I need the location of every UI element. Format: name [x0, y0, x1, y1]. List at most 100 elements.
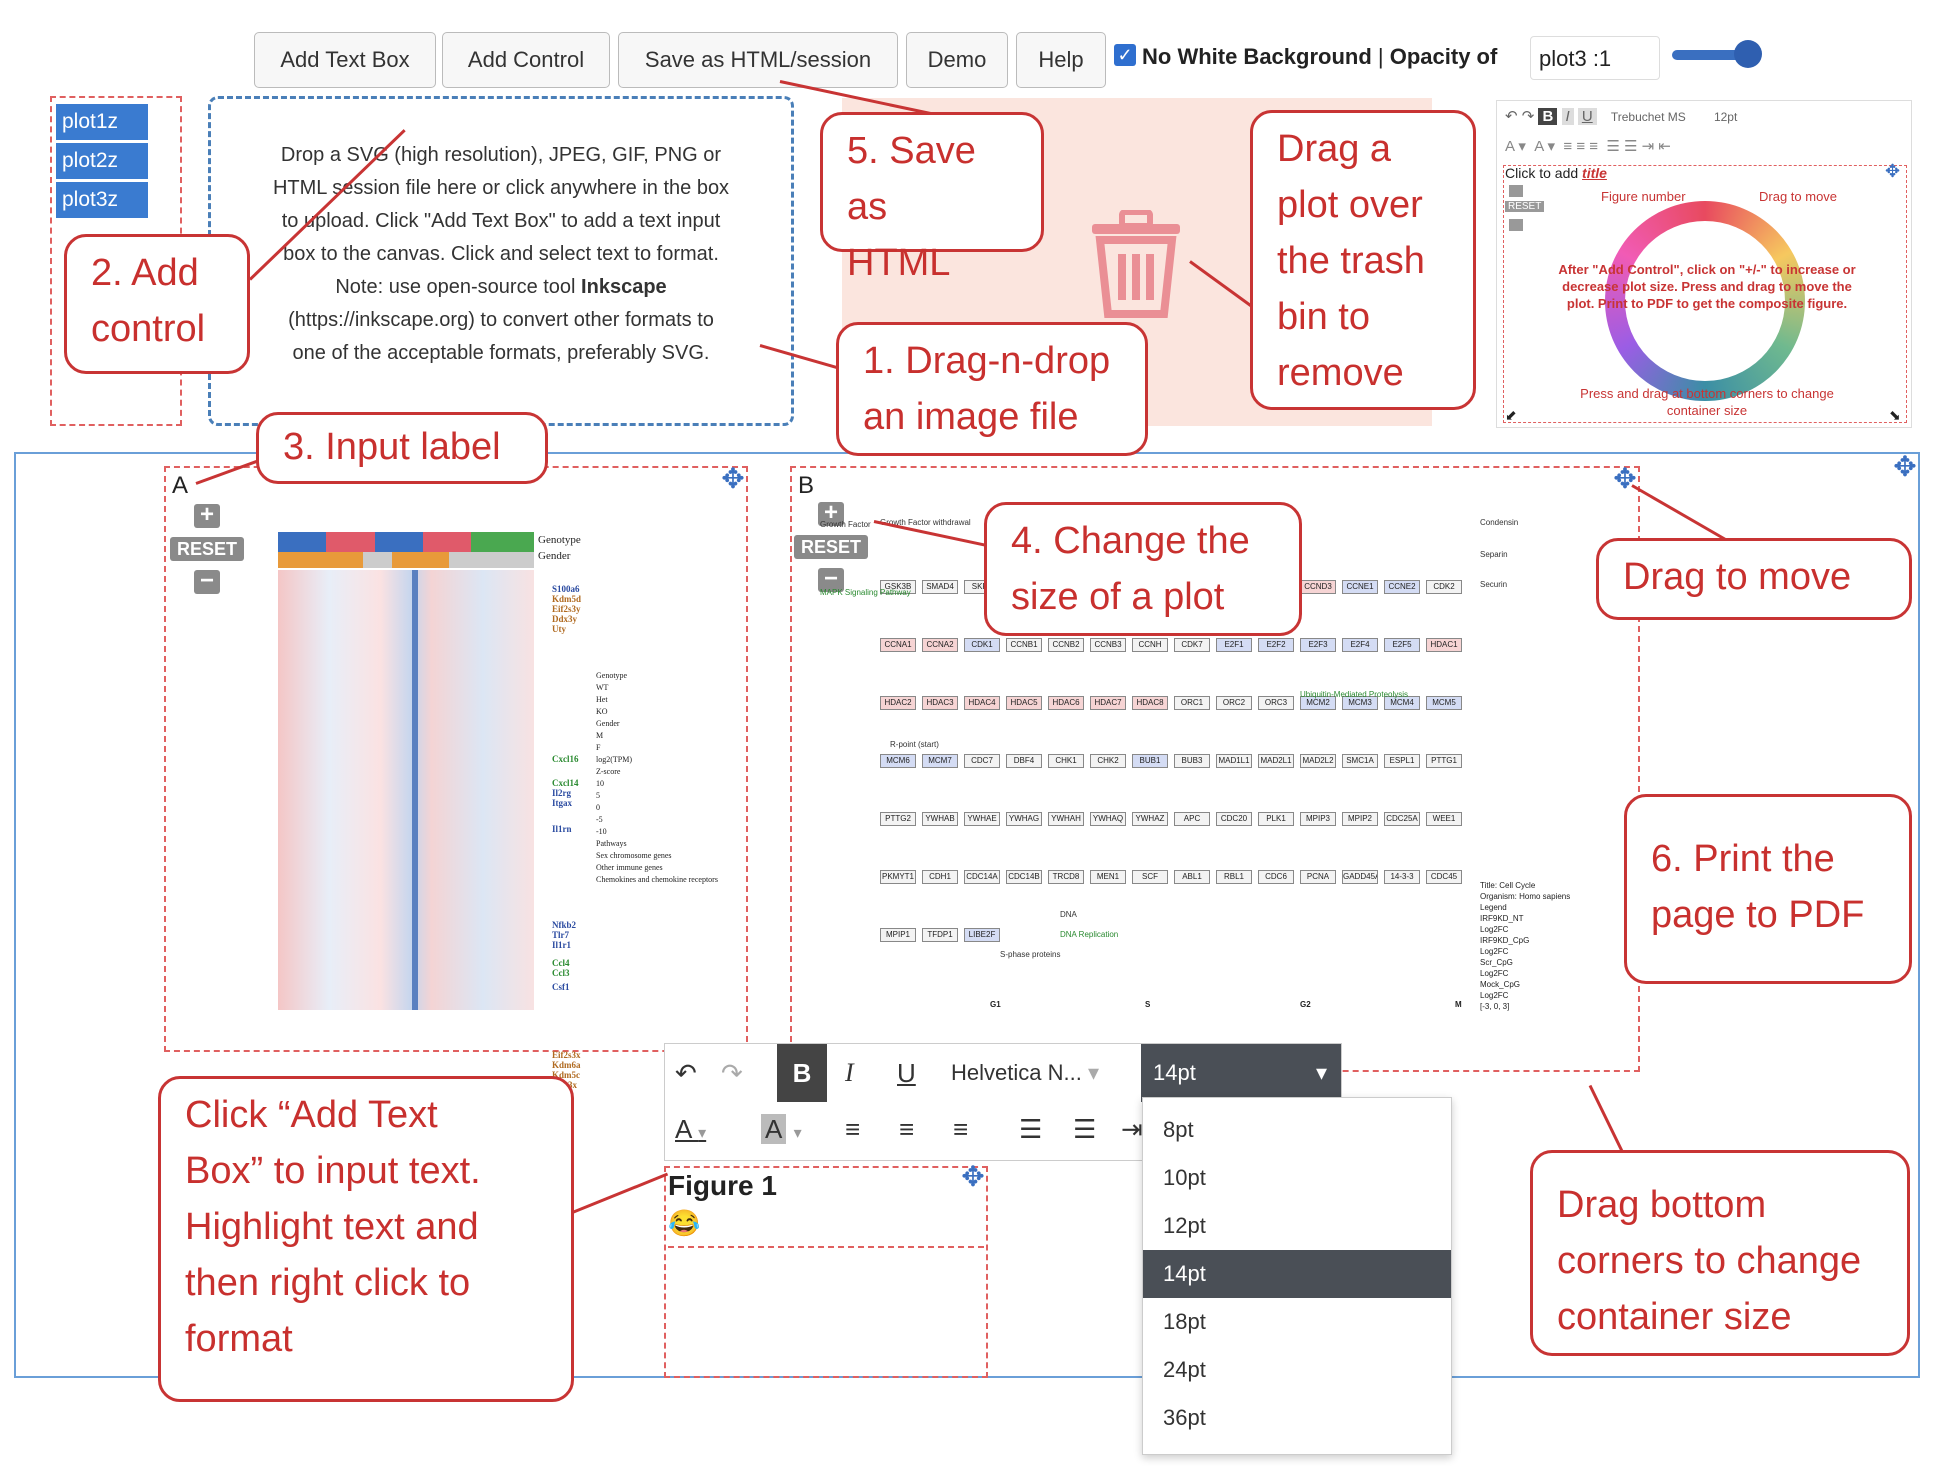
font-size-option-8[interactable]: 8pt: [1143, 1106, 1451, 1154]
plot-item-2[interactable]: plot2z: [56, 143, 148, 179]
font-size-select[interactable]: 14pt ▾: [1141, 1044, 1341, 1102]
pathway-gene-box: CDC20: [1216, 812, 1252, 826]
pathway-gene-box: CCNB1: [1006, 638, 1042, 652]
indent-icon[interactable]: ⇥: [1121, 1114, 1143, 1145]
heatmap-legend-item: 10: [596, 779, 604, 788]
pathway-label: DNA: [1060, 910, 1077, 919]
callout-add-text-5: format: [185, 1318, 293, 1360]
preview-note: After "Add Control", click on "+/-" to i…: [1517, 261, 1897, 312]
callout-add-control-2: control: [91, 308, 206, 350]
heatmap-legend-item: log2(TPM): [596, 755, 632, 764]
no-white-background-checkbox[interactable]: ✓: [1114, 44, 1136, 66]
pathway-label: Securin: [1480, 580, 1508, 589]
pathway-legend-line: Scr_CpG: [1480, 958, 1513, 967]
pathway-legend-line: Mock_CpG: [1480, 980, 1521, 989]
redo-icon[interactable]: ↷: [721, 1058, 743, 1089]
text-color-icon[interactable]: A ▾: [675, 1114, 706, 1145]
heatmap-legend-item: -5: [596, 815, 603, 824]
heatmap-gene-label: Tlr7: [552, 930, 569, 940]
checkbox-label-text: No White Background: [1142, 44, 1372, 69]
callout-pdf-2: page to PDF: [1651, 894, 1865, 936]
pathway-legend-line: Organism: Homo sapiens: [1480, 892, 1571, 901]
callout-add-text-2: Box” to input text.: [185, 1150, 481, 1192]
bold-icon[interactable]: B: [777, 1044, 827, 1102]
pathway-title-legend: Title: Cell Cycle Organism: Homo sapiens L…: [1480, 880, 1570, 1012]
pathway-gene-box: YWHAG: [1006, 812, 1042, 826]
align-left-icon[interactable]: ≡: [845, 1114, 860, 1145]
plot-item-3[interactable]: plot3z: [56, 182, 148, 218]
pathway-label: MAPK Signaling Pathway: [820, 588, 911, 597]
pathway-gene-box: HDAC8: [1132, 696, 1168, 710]
text-box-move-icon[interactable]: ✥: [960, 1163, 986, 1191]
heatmap-gene-label: Kdm5d: [552, 594, 582, 604]
underline-icon[interactable]: U: [897, 1058, 916, 1089]
add-text-box-button[interactable]: Add Text Box: [254, 32, 436, 88]
opacity-slider-handle[interactable]: [1734, 40, 1762, 68]
font-size-option-18[interactable]: 18pt: [1143, 1298, 1451, 1346]
align-right-icon[interactable]: ≡: [953, 1114, 968, 1145]
opacity-target-select[interactable]: plot3 :1: [1530, 36, 1660, 80]
chevron-down-icon: ▾: [1315, 1060, 1327, 1085]
pathway-gene-box: MCM6: [880, 754, 916, 768]
pathway-label: Ubiquitin-Mediated Proteolysis: [1300, 690, 1409, 699]
panel-b-label[interactable]: B: [798, 472, 814, 500]
opacity-label: Opacity of: [1389, 44, 1498, 69]
canvas-move-icon[interactable]: ✥: [1892, 453, 1918, 481]
pathway-label: Growth Factor: [820, 520, 871, 529]
pathway-gene-box: MAD1L1: [1216, 754, 1252, 768]
font-size-option-36[interactable]: 36pt: [1143, 1394, 1451, 1442]
add-control-button[interactable]: Add Control: [442, 32, 610, 88]
panel-a-reset-button[interactable]: RESET: [170, 537, 244, 561]
font-family-select[interactable]: Helvetica N... ▾: [951, 1060, 1099, 1086]
pathway-legend-line: Log2FC: [1480, 991, 1509, 1000]
pathway-legend-range: [-3, 0, 3]: [1480, 1002, 1510, 1011]
numbered-list-icon[interactable]: ☰: [1019, 1114, 1042, 1145]
pathway-legend-line: Log2FC: [1480, 969, 1509, 978]
pathway-gene-box: CDK7: [1174, 638, 1210, 652]
italic-icon[interactable]: I: [845, 1058, 854, 1088]
callout-add-text-3: Highlight text and: [185, 1206, 479, 1248]
panel-a-plus-button[interactable]: +: [194, 503, 220, 528]
bullet-list-icon[interactable]: ☰: [1073, 1114, 1096, 1145]
callout-add-text: Click “Add Text Box” to input text. High…: [158, 1076, 574, 1402]
heatmap-legend-item: -10: [596, 827, 607, 836]
help-button[interactable]: Help: [1016, 32, 1106, 88]
dropzone-line-6: (https://inkscape.org) to convert other …: [288, 309, 714, 331]
panel-a-minus-button[interactable]: −: [194, 569, 220, 594]
panel-a-move-icon[interactable]: ✥: [720, 465, 746, 493]
italic-icon-sm: I: [1561, 108, 1574, 125]
pathway-gene-box: CCNA1: [880, 638, 916, 652]
heatmap-legend-item: Other immune genes: [596, 863, 663, 872]
plot-item-1[interactable]: plot1z: [56, 104, 148, 140]
dropzone-line-1: Drop a SVG (high resolution), JPEG, GIF,…: [280, 144, 722, 166]
demo-button[interactable]: Demo: [906, 32, 1008, 88]
pathway-gene-box: HDAC6: [1048, 696, 1084, 710]
font-size-dropdown: 8pt 10pt 12pt 14pt 18pt 24pt 36pt: [1142, 1097, 1452, 1455]
pathway-gene-box: HDAC2: [880, 696, 916, 710]
upload-dropzone[interactable]: Drop a SVG (high resolution), JPEG, GIF,…: [208, 96, 794, 426]
heatmap-top-legend: Genotype Gender: [538, 532, 581, 564]
undo-icon[interactable]: ↶: [675, 1058, 697, 1089]
pathway-gene-box: YWHAQ: [1090, 812, 1126, 826]
trash-icon[interactable]: [1086, 209, 1186, 325]
font-size-option-24[interactable]: 24pt: [1143, 1346, 1451, 1394]
panel-a-label[interactable]: A: [172, 472, 188, 500]
preview-drag-to-move: Drag to move: [1759, 189, 1838, 204]
save-html-button[interactable]: Save as HTML/session: [618, 32, 898, 88]
pathway-legend-line: Title: Cell Cycle: [1480, 881, 1536, 890]
text-box-content[interactable]: Figure 1: [668, 1170, 777, 1202]
pathway-gene-box: SMC1A: [1342, 754, 1378, 768]
text-box-emoji: 😂: [668, 1208, 701, 1238]
callout-trash-1: Drag a: [1277, 128, 1392, 170]
font-size-option-14[interactable]: 14pt: [1143, 1250, 1451, 1298]
pathway-gene-box: PTTG2: [880, 812, 916, 826]
pathway-label: Separin: [1480, 550, 1508, 559]
dropzone-line-2: HTML session file here or click anywhere…: [272, 177, 730, 199]
highlight-color-icon[interactable]: A ▾: [761, 1114, 802, 1145]
align-center-icon[interactable]: ≡: [899, 1114, 914, 1145]
font-size-value: 14pt: [1153, 1060, 1196, 1085]
callout-change-size: 4. Change the size of a plot: [984, 502, 1302, 636]
font-size-option-12[interactable]: 12pt: [1143, 1202, 1451, 1250]
callout-size-1: 4. Change the: [1011, 520, 1250, 562]
font-size-option-10[interactable]: 10pt: [1143, 1154, 1451, 1202]
